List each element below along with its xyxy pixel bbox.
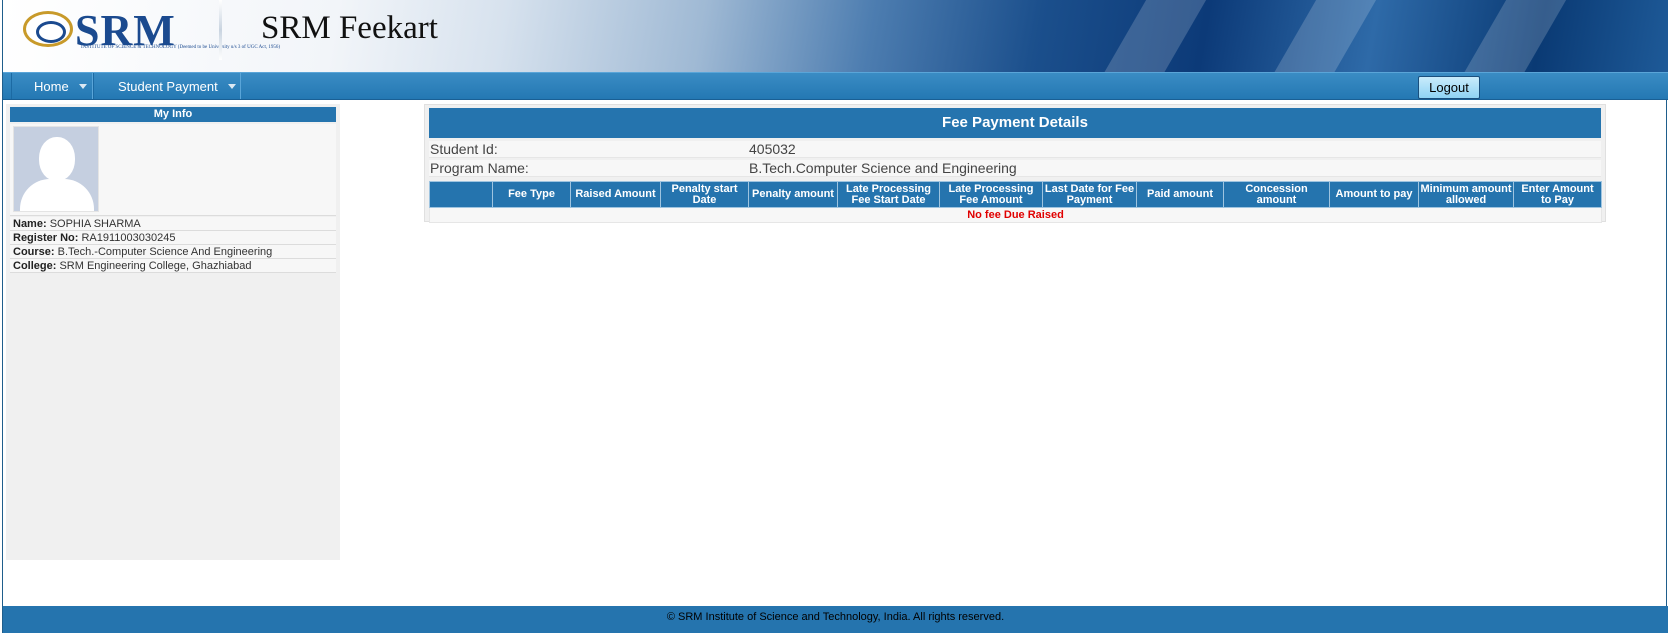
banner-streak xyxy=(1082,0,1224,72)
banner-streak xyxy=(1252,0,1394,72)
student-id-label: Student Id: xyxy=(430,141,498,157)
caret-down-icon xyxy=(78,83,87,89)
column-header-amount-to-pay: Amount to pay xyxy=(1329,181,1419,208)
info-label: Course: xyxy=(13,246,55,258)
menu-bar: Home Student Payment Logout xyxy=(3,72,1668,100)
column-header-last-date: Last Date for Fee Payment xyxy=(1042,181,1137,208)
no-fee-message: No fee Due Raised xyxy=(429,207,1602,223)
column-header-minimum-amount: Minimum amount allowed xyxy=(1418,181,1514,208)
column-header-paid-amount: Paid amount xyxy=(1136,181,1224,208)
info-label: Name: xyxy=(13,218,47,230)
column-header-select xyxy=(429,181,493,208)
caret-down-icon xyxy=(227,83,236,89)
srm-seal-icon xyxy=(23,11,73,47)
menu-item-label: Home xyxy=(34,78,69,94)
fee-table: Fee Type Raised Amount Penalty start Dat… xyxy=(429,181,1602,223)
info-value: SRM Engineering College, Ghazhiabad xyxy=(59,260,252,272)
program-name-value: B.Tech.Computer Science and Engineering xyxy=(749,160,1017,176)
srm-logo: SRM INSTITUTE OF SCIENCE & TECHNOLOGY (D… xyxy=(23,6,280,55)
info-register-no: Register No: RA1911003030245 xyxy=(10,231,336,245)
info-name: Name: SOPHIA SHARMA xyxy=(10,217,336,231)
fee-payment-title: Fee Payment Details xyxy=(429,108,1601,138)
my-info-panel: My Info Name: SOPHIA SHARMA Register No:… xyxy=(6,104,340,560)
table-row: No fee Due Raised xyxy=(429,207,1602,223)
header-divider xyxy=(219,0,222,60)
info-course: Course: B.Tech.-Computer Science And Eng… xyxy=(10,245,336,259)
column-header-concession-amount: Concession amount xyxy=(1223,181,1330,208)
student-id-value: 405032 xyxy=(749,141,796,157)
footer-copyright: © SRM Institute of Science and Technolog… xyxy=(666,611,1005,623)
column-header-late-fee-start-date: Late Processing Fee Start Date xyxy=(837,181,940,208)
column-header-fee-type: Fee Type xyxy=(492,181,571,208)
avatar xyxy=(13,126,99,212)
banner-streak xyxy=(1442,0,1584,72)
info-label: College: xyxy=(13,260,57,272)
column-header-enter-amount: Enter Amount to Pay xyxy=(1513,181,1602,208)
column-header-penalty-start-date: Penalty start Date xyxy=(660,181,749,208)
program-name-label: Program Name: xyxy=(430,160,529,176)
app-title: SRM Feekart xyxy=(261,10,438,46)
info-label: Register No: xyxy=(13,232,79,244)
info-value: B.Tech.-Computer Science And Engineering xyxy=(57,246,273,258)
logo-subtitle: INSTITUTE OF SCIENCE & TECHNOLOGY (Deeme… xyxy=(81,45,281,50)
menu-item-student-payment[interactable]: Student Payment xyxy=(93,73,241,99)
menu-item-home[interactable]: Home xyxy=(11,73,93,99)
column-header-late-fee-amount: Late Processing Fee Amount xyxy=(939,181,1043,208)
column-header-raised-amount: Raised Amount xyxy=(570,181,661,208)
footer: © SRM Institute of Science and Technolog… xyxy=(3,606,1668,633)
header-banner: SRM INSTITUTE OF SCIENCE & TECHNOLOGY (D… xyxy=(3,0,1668,72)
student-id-row: Student Id: 405032 xyxy=(429,141,1601,158)
info-value: SOPHIA SHARMA xyxy=(49,218,141,230)
avatar-head-shape xyxy=(39,137,75,181)
info-college: College: SRM Engineering College, Ghazhi… xyxy=(10,259,336,273)
page-frame: SRM INSTITUTE OF SCIENCE & TECHNOLOGY (D… xyxy=(2,0,1668,633)
column-header-penalty-amount: Penalty amount xyxy=(748,181,838,208)
program-name-row: Program Name: B.Tech.Computer Science an… xyxy=(429,160,1601,177)
my-info-title: My Info xyxy=(10,107,336,122)
info-value: RA1911003030245 xyxy=(81,232,176,244)
avatar-body-shape xyxy=(20,179,94,211)
fee-table-header: Fee Type Raised Amount Penalty start Dat… xyxy=(429,181,1602,208)
menu-item-label: Student Payment xyxy=(118,78,218,94)
fee-payment-panel: Fee Payment Details Student Id: 405032 P… xyxy=(424,104,1606,223)
logout-button[interactable]: Logout xyxy=(1418,76,1480,99)
photo-row xyxy=(10,124,336,216)
